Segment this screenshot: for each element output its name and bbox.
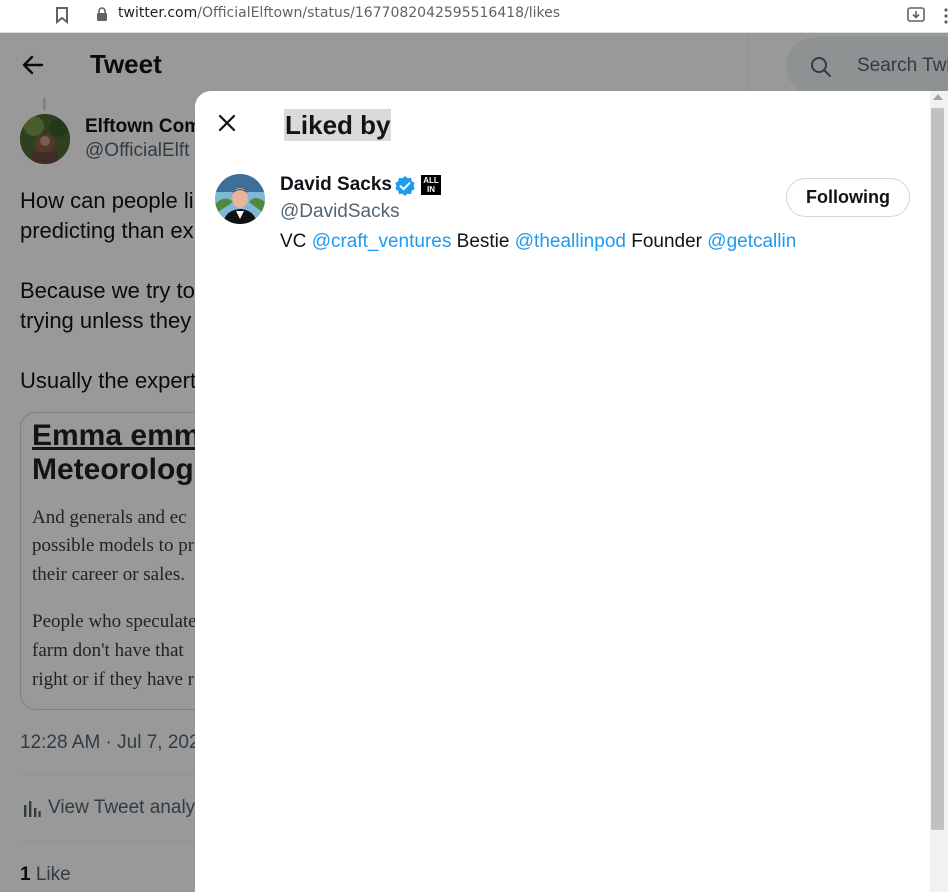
user-name[interactable]: David Sacks bbox=[280, 174, 392, 196]
user-handle[interactable]: @DavidSacks bbox=[280, 201, 400, 223]
url-domain: twitter.com bbox=[118, 5, 198, 21]
following-button[interactable]: Following bbox=[786, 178, 910, 217]
more-menu-icon[interactable] bbox=[940, 6, 948, 26]
scroll-up-arrow-icon[interactable] bbox=[933, 94, 943, 100]
browser-address-bar: twitter.com/OfficialElftown/status/16770… bbox=[0, 0, 948, 33]
close-icon[interactable] bbox=[215, 111, 239, 135]
modal-title: Liked by bbox=[284, 109, 392, 141]
bio-mention-link[interactable]: @craft_ventures bbox=[312, 231, 452, 252]
bio-text: VC bbox=[280, 231, 312, 252]
bio-mention-link[interactable]: @theallinpod bbox=[515, 231, 626, 252]
user-bio: VC @craft_ventures Bestie @theallinpod F… bbox=[280, 231, 796, 253]
verified-badge-icon bbox=[395, 176, 415, 196]
bio-text: Bestie bbox=[451, 231, 515, 252]
user-avatar[interactable] bbox=[215, 174, 265, 224]
lock-icon[interactable] bbox=[96, 7, 108, 22]
scrollbar-thumb[interactable] bbox=[931, 108, 944, 830]
url-text[interactable]: twitter.com/OfficialElftown/status/16770… bbox=[118, 5, 560, 21]
liked-by-modal: Liked by David Sacks ALL IN @DavidSacks V… bbox=[195, 91, 948, 892]
url-path: /OfficialElftown/status/1677082042595516… bbox=[197, 5, 561, 21]
badge-text: ALL bbox=[423, 176, 439, 185]
all-in-affiliate-badge[interactable]: ALL IN bbox=[421, 175, 441, 195]
bio-mention-link[interactable]: @getcallin bbox=[707, 231, 796, 252]
bio-text: Founder bbox=[625, 231, 708, 252]
bookmark-icon[interactable] bbox=[53, 6, 71, 24]
install-icon[interactable] bbox=[906, 5, 926, 25]
badge-text: IN bbox=[427, 185, 435, 194]
